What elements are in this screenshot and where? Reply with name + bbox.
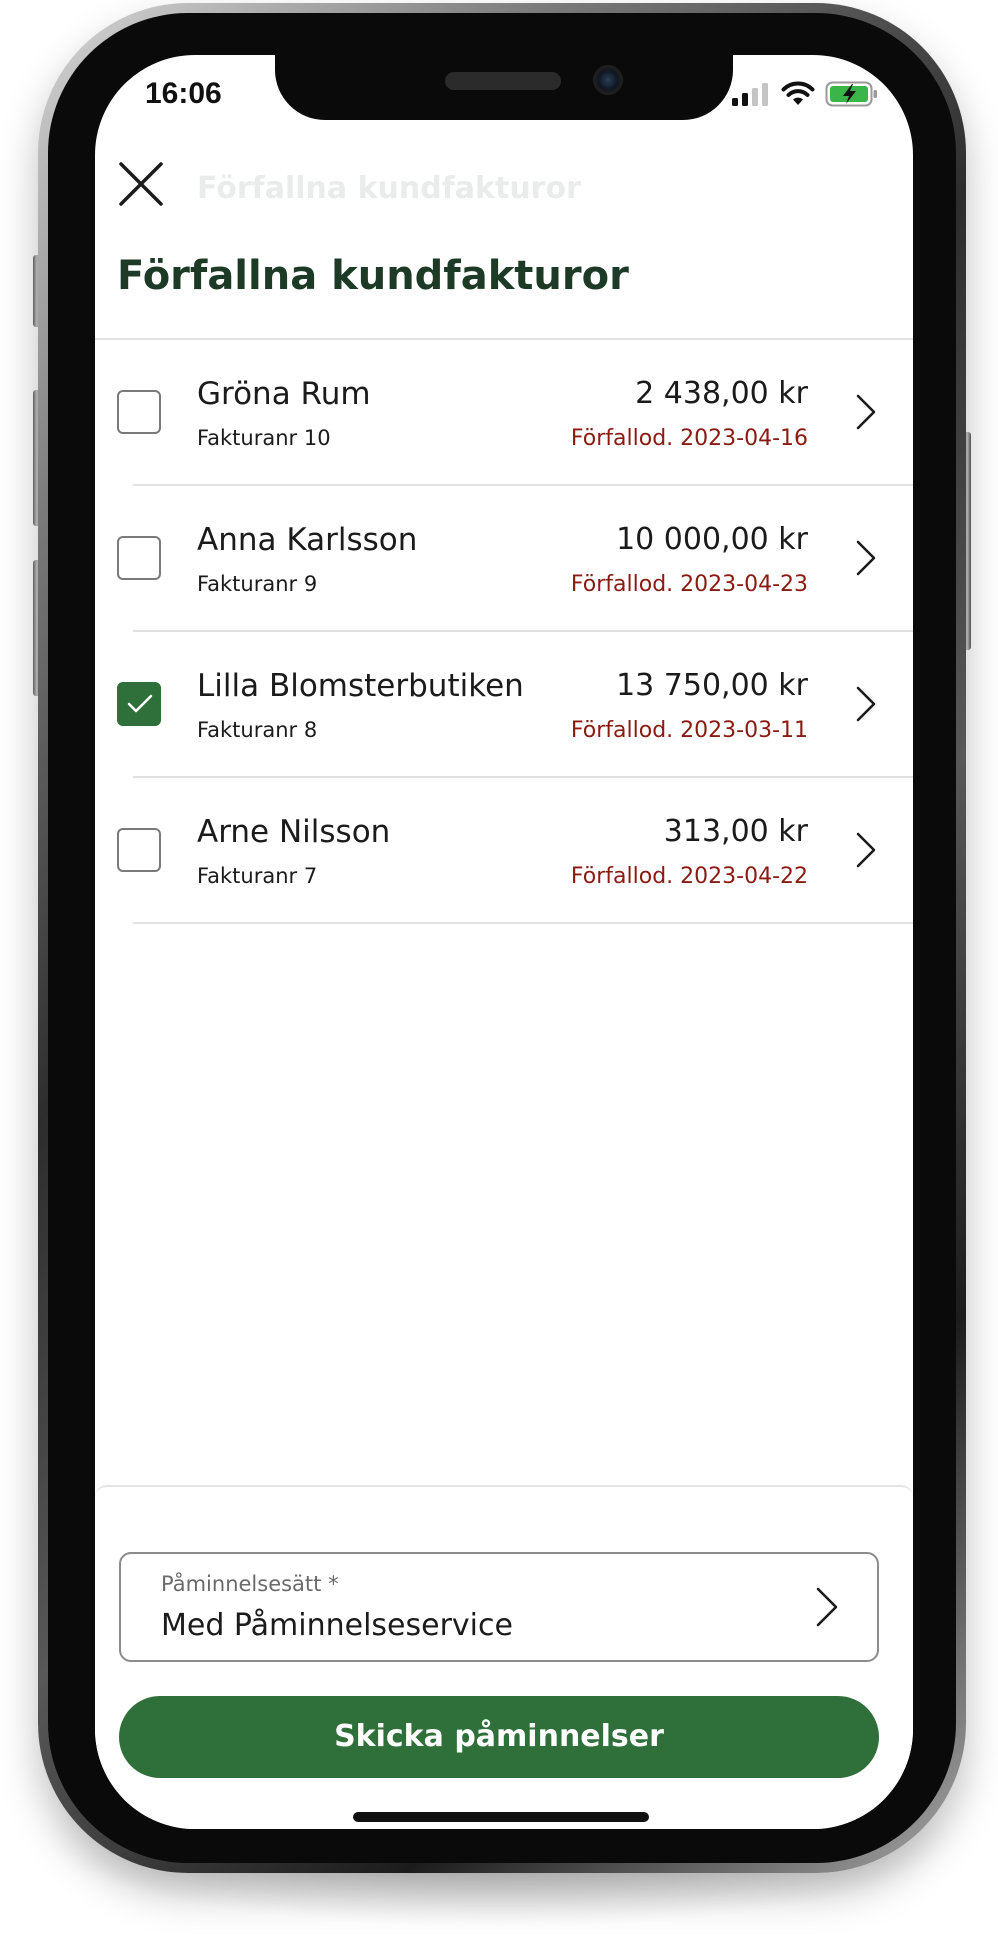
invoice-amount: 313,00 kr: [663, 814, 808, 849]
wifi-icon: [781, 81, 815, 105]
home-indicator[interactable]: [353, 1812, 649, 1822]
invoice-number: Fakturanr 10: [197, 426, 331, 450]
checkmark-icon: [127, 402, 153, 421]
due-date: Förfallod. 2023-03-11: [570, 718, 808, 743]
chevron-right-icon[interactable]: [855, 685, 877, 723]
checkmark-icon: [127, 694, 153, 713]
notch: [275, 55, 733, 120]
reminder-method-select[interactable]: Påminnelsesätt * Med Påminnelseservice: [119, 1552, 879, 1662]
chevron-right-icon: [816, 1587, 838, 1627]
battery-charging-icon: [825, 81, 877, 107]
row-divider: [133, 922, 913, 924]
invoice-row[interactable]: Gröna Rum Fakturanr 10 2 438,00 kr Förfa…: [95, 340, 913, 486]
invoice-number: Fakturanr 9: [197, 572, 318, 596]
close-button[interactable]: [117, 160, 165, 208]
customer-name: Gröna Rum: [197, 376, 371, 412]
invoice-amount: 13 750,00 kr: [616, 668, 808, 703]
customer-name: Lilla Blomsterbutiken: [197, 668, 524, 704]
chevron-right-icon[interactable]: [855, 831, 877, 869]
invoice-number: Fakturanr 7: [197, 864, 318, 888]
close-icon: [119, 162, 163, 206]
status-time: 16:06: [145, 77, 222, 110]
due-date: Förfallod. 2023-04-22: [570, 864, 808, 889]
due-date: Förfallod. 2023-04-23: [570, 572, 808, 597]
status-icons: [731, 81, 879, 107]
invoice-amount: 10 000,00 kr: [616, 522, 808, 557]
invoice-amount: 2 438,00 kr: [635, 376, 808, 411]
earpiece-speaker: [445, 72, 561, 90]
front-camera: [593, 65, 623, 95]
invoice-checkbox[interactable]: [117, 390, 161, 434]
invoice-checkbox[interactable]: [117, 536, 161, 580]
collapsed-header-title: Förfallna kundfakturor: [197, 171, 581, 206]
invoice-list: Gröna Rum Fakturanr 10 2 438,00 kr Förfa…: [95, 340, 913, 924]
chevron-right-icon[interactable]: [855, 539, 877, 577]
invoice-number: Fakturanr 8: [197, 718, 318, 742]
customer-name: Arne Nilsson: [197, 814, 391, 850]
invoice-row[interactable]: Arne Nilsson Fakturanr 7 313,00 kr Förfa…: [95, 778, 913, 924]
reminder-method-label: Påminnelsesätt *: [161, 1572, 339, 1596]
invoice-checkbox[interactable]: [117, 828, 161, 872]
invoice-row[interactable]: Anna Karlsson Fakturanr 9 10 000,00 kr F…: [95, 486, 913, 632]
due-date: Förfallod. 2023-04-16: [570, 426, 808, 451]
send-reminders-button[interactable]: Skicka påminnelser: [119, 1696, 879, 1778]
app-screen: 16:06 Förfallna kundfakturor Förfallna k…: [95, 55, 913, 1829]
chevron-right-icon[interactable]: [855, 393, 877, 431]
cellular-signal-icon: [732, 83, 768, 106]
invoice-row[interactable]: Lilla Blomsterbutiken Fakturanr 8 13 750…: [95, 632, 913, 778]
customer-name: Anna Karlsson: [197, 522, 418, 558]
reminder-method-value: Med Påminnelseservice: [161, 1608, 513, 1643]
page-title: Förfallna kundfakturor: [117, 253, 629, 299]
invoice-checkbox[interactable]: [117, 682, 161, 726]
